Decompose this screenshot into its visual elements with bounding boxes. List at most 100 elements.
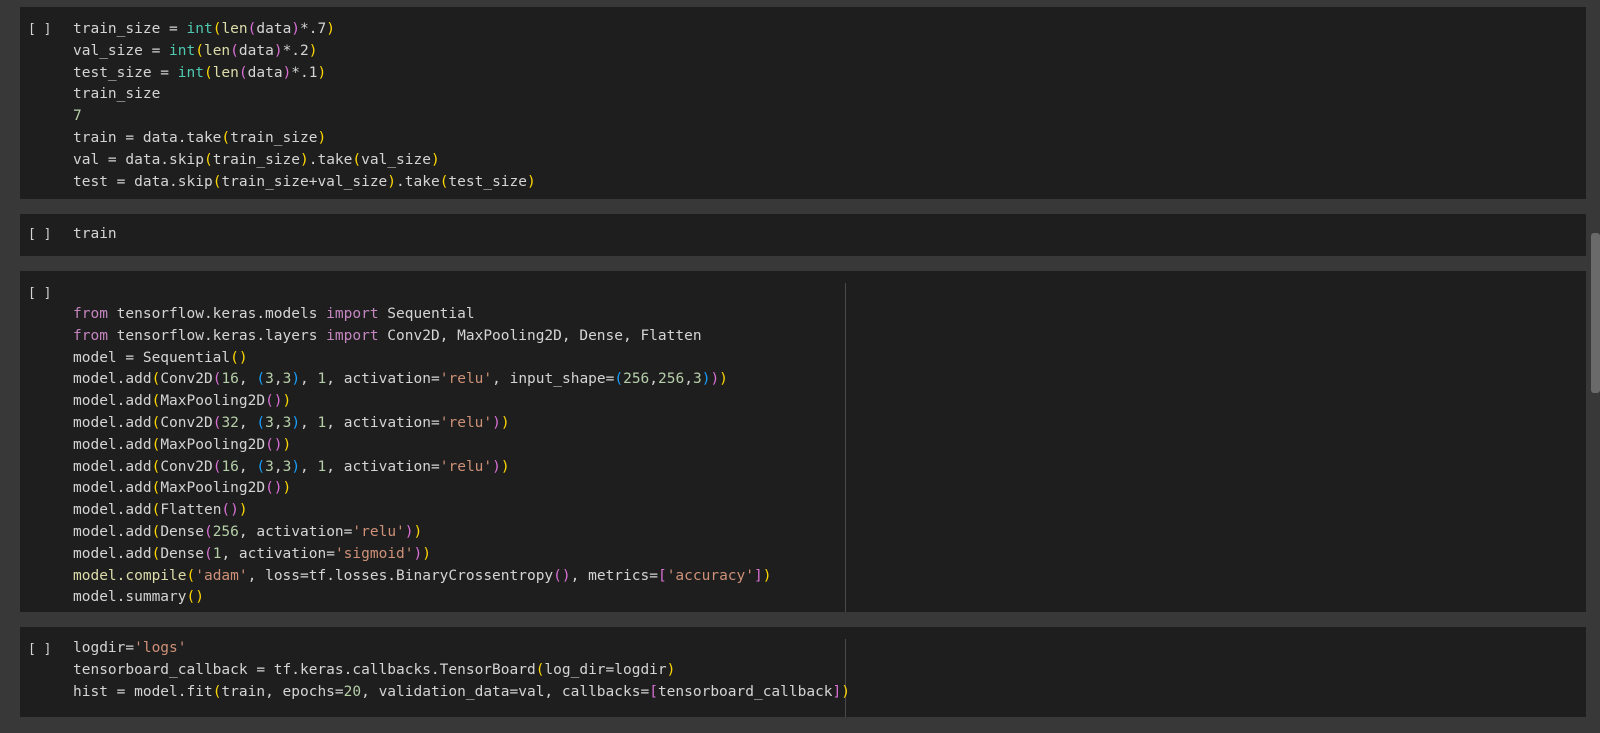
code-token: log_dir=logdir — [544, 661, 667, 678]
code-token: , — [684, 371, 693, 388]
code-token: Dense — [160, 523, 204, 540]
code-token: 1 — [317, 414, 327, 431]
code-line: hist = model.fit(train, epochs=20, valid… — [73, 682, 850, 704]
code-token: train_size — [212, 151, 300, 168]
code-line: from tensorflow.keras.models import Sequ… — [73, 304, 771, 326]
code-line: logdir='logs' — [73, 638, 850, 660]
code-editor[interactable]: logdir='logs' tensorboard_callback = tf.k… — [73, 638, 850, 703]
code-token: ) — [317, 129, 327, 146]
code-line: val_size = int(len(data)*.2) — [73, 41, 536, 63]
code-token: model.add — [73, 436, 152, 453]
line-length-ruler — [845, 283, 846, 612]
code-token: 16 — [221, 458, 239, 475]
code-token: ( — [195, 42, 204, 59]
code-line: model.add(MaxPooling2D()) — [73, 391, 771, 413]
code-token: , activation= — [326, 458, 440, 475]
code-token: , activation= — [326, 371, 440, 388]
code-token: ( — [238, 64, 248, 81]
code-token: ) — [841, 683, 851, 700]
code-token: data — [238, 42, 274, 59]
run-cell-button[interactable]: [ ] — [28, 224, 51, 246]
code-cell[interactable]: [ ] from tensorflow.keras.models import … — [20, 271, 1586, 612]
code-editor[interactable]: train — [73, 224, 117, 246]
code-token: ( — [151, 502, 161, 519]
code-token: 'sigmoid' — [334, 545, 414, 562]
code-token: model.compile — [73, 567, 187, 584]
code-token: data — [256, 21, 292, 37]
code-token: ( — [151, 458, 161, 475]
code-token: ) — [308, 42, 318, 59]
code-token: ( — [151, 414, 161, 431]
code-token: model = Sequential — [73, 349, 231, 366]
code-token: () — [230, 349, 248, 366]
code-token: data — [247, 64, 283, 81]
run-cell-button[interactable]: [ ] — [28, 19, 51, 41]
code-token: ( — [203, 523, 213, 540]
code-token: int — [186, 21, 213, 37]
run-cell-button[interactable]: [ ] — [28, 639, 51, 661]
code-token: train_size — [230, 129, 318, 146]
code-token: Conv2D — [160, 371, 213, 388]
code-token: () — [265, 480, 283, 497]
code-token: Dense — [160, 545, 204, 562]
code-line: from tensorflow.keras.layers import Conv… — [73, 326, 771, 348]
code-token: ) — [282, 436, 292, 453]
code-token: model.add — [73, 502, 152, 519]
code-token: ) — [387, 173, 397, 190]
code-cell[interactable]: [ ] train — [20, 214, 1586, 256]
code-token: ( — [352, 151, 362, 168]
code-line: train — [73, 224, 117, 246]
code-editor[interactable]: train_size = int(len(data)*.7) val_size =… — [73, 19, 536, 193]
code-cell[interactable]: [ ] train_size = int(len(data)*.7) val_si… — [20, 7, 1586, 199]
code-token: model.add — [73, 393, 152, 410]
code-token: 256 — [212, 523, 239, 540]
code-token: , activation= — [238, 523, 353, 540]
code-token: 'relu' — [439, 458, 493, 475]
vertical-scrollbar[interactable] — [1591, 233, 1600, 393]
code-token: .take — [308, 151, 353, 168]
code-token: ( — [614, 371, 624, 388]
code-token: Conv2D — [160, 414, 213, 431]
code-token: , — [273, 371, 283, 388]
code-editor[interactable]: from tensorflow.keras.models import Sequ… — [73, 304, 771, 609]
code-token: ) — [291, 414, 301, 431]
code-token: 'adam' — [195, 567, 248, 584]
code-token: 3 — [282, 414, 292, 431]
code-token: MaxPooling2D — [160, 393, 266, 410]
code-token: ) — [500, 458, 510, 475]
code-token: 7 — [73, 108, 82, 125]
code-token: ) — [500, 414, 510, 431]
run-cell-button[interactable]: [ ] — [28, 283, 51, 305]
code-token: 32 — [221, 414, 239, 431]
code-token: *.7 — [300, 21, 327, 37]
code-token: ) — [291, 371, 301, 388]
code-token: 3 — [282, 458, 292, 475]
code-line: model.add(Conv2D(16, (3,3), 1, activatio… — [73, 457, 771, 479]
code-token: val_size = — [73, 42, 170, 59]
code-line: test = data.skip(train_size+val_size).ta… — [73, 172, 536, 194]
code-token: from — [73, 327, 108, 344]
code-token: ( — [203, 64, 213, 81]
code-cell[interactable]: [ ] logdir='logs' tensorboard_callback = … — [20, 627, 1586, 717]
code-token: int — [169, 42, 196, 59]
code-token: [ — [657, 567, 667, 584]
code-token: , — [649, 371, 659, 388]
code-token: , activation= — [326, 414, 440, 431]
code-token: test = data.skip — [73, 173, 213, 190]
code-token: *.1 — [291, 64, 318, 81]
code-token: 3 — [265, 371, 274, 388]
code-token: ( — [151, 480, 161, 497]
code-line: model.add(MaxPooling2D()) — [73, 478, 771, 500]
code-token: , — [238, 458, 257, 475]
code-token: ) — [413, 523, 423, 540]
code-token: , activation= — [221, 545, 335, 562]
code-token: tensorboard_callback — [657, 683, 833, 700]
code-token: model.add — [73, 414, 152, 431]
code-token: ) — [710, 371, 720, 388]
code-token: ) — [238, 502, 248, 519]
code-token: len — [221, 21, 248, 37]
code-token: ) — [282, 393, 292, 410]
code-token: model.add — [73, 523, 152, 540]
code-line: model.add(Conv2D(32, (3,3), 1, activatio… — [73, 413, 771, 435]
code-token: ] — [832, 683, 842, 700]
